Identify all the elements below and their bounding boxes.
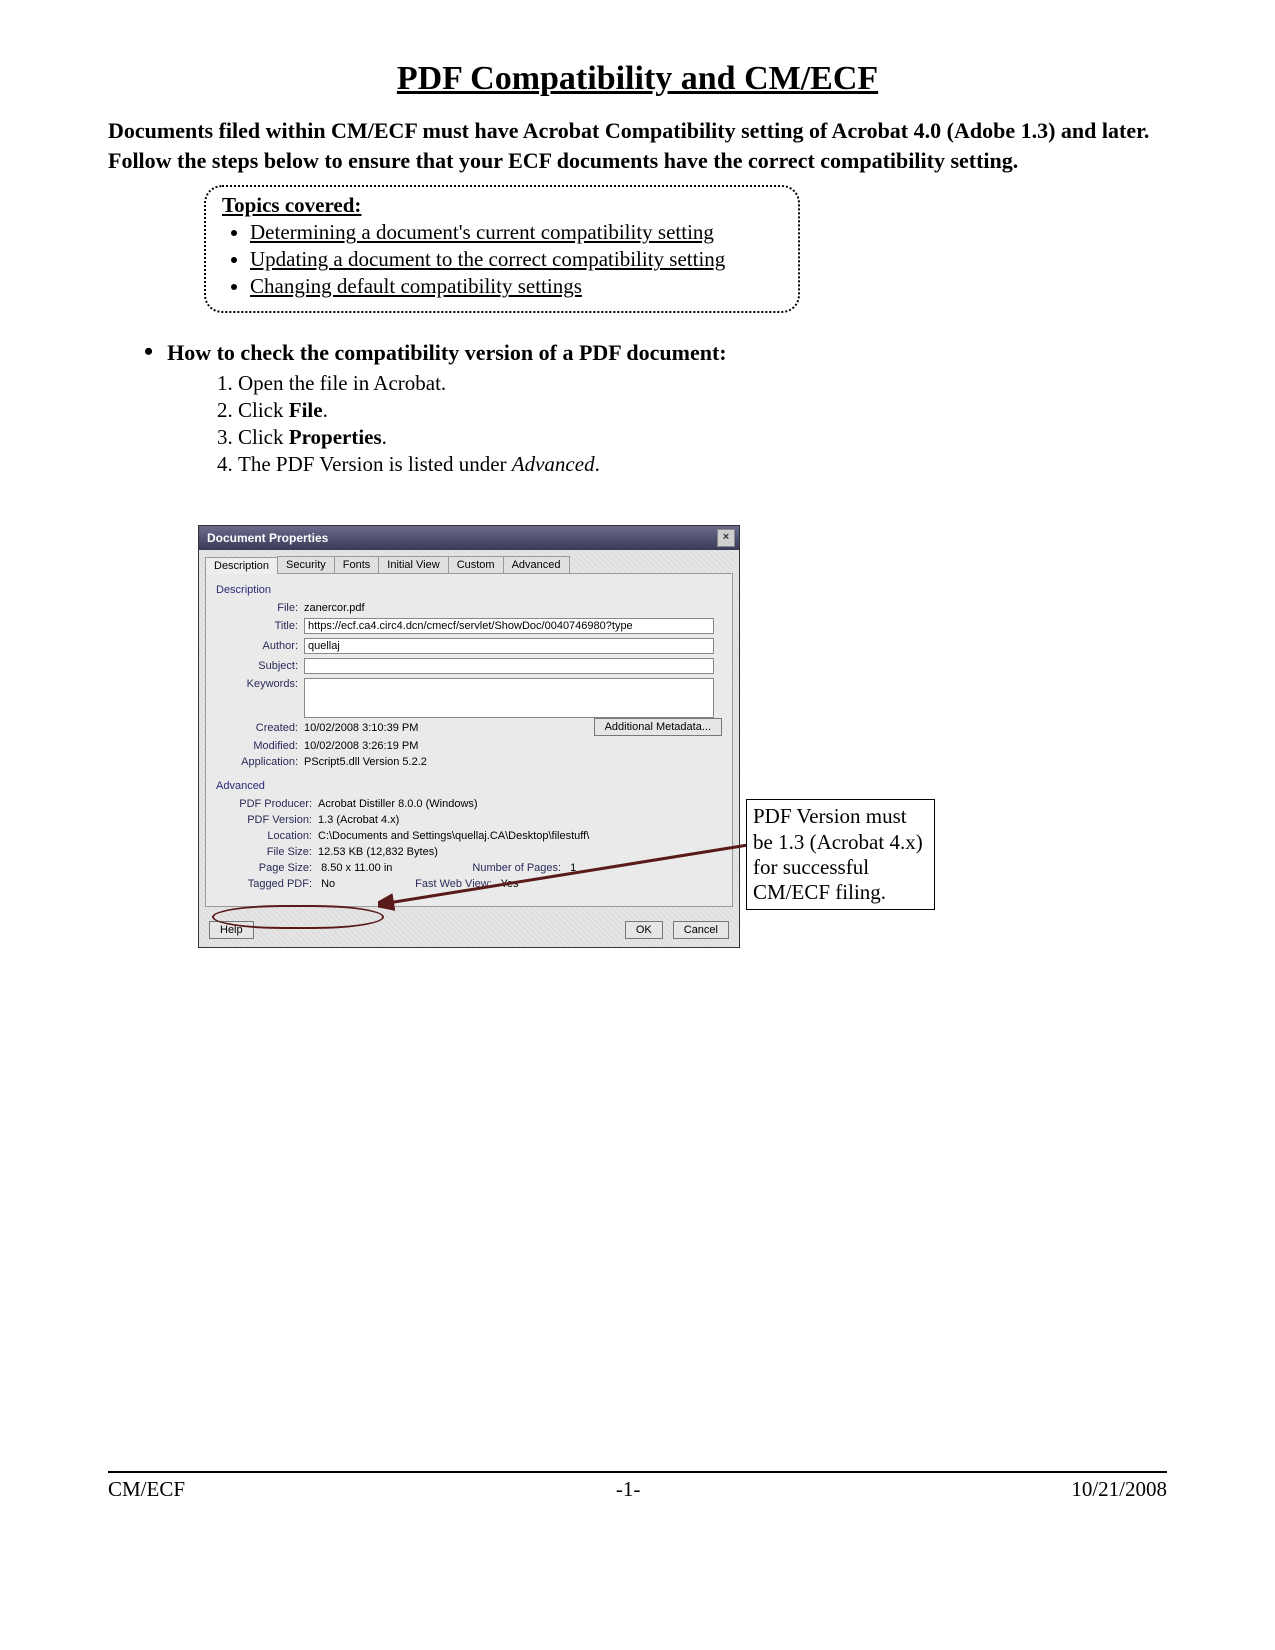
group-description: Description (216, 584, 722, 596)
subject-input[interactable] (304, 658, 714, 674)
application-label: Application: (216, 756, 304, 768)
topic-link-1[interactable]: Determining a document's current compati… (250, 220, 782, 245)
numpages-value: 1 (570, 862, 576, 874)
tab-advanced[interactable]: Advanced (503, 556, 570, 573)
tab-description[interactable]: Description (205, 557, 278, 574)
location-label: Location: (216, 830, 318, 842)
help-button[interactable]: Help (209, 921, 254, 939)
tab-custom[interactable]: Custom (448, 556, 504, 573)
file-value: zanercor.pdf (304, 602, 365, 614)
application-value: PScript5.dll Version 5.2.2 (304, 756, 427, 768)
producer-value: Acrobat Distiller 8.0.0 (Windows) (318, 798, 478, 810)
intro-paragraph: Documents filed within CM/ECF must have … (108, 116, 1167, 175)
cancel-button[interactable]: Cancel (673, 921, 729, 939)
created-value: 10/02/2008 3:10:39 PM (304, 722, 418, 734)
author-input[interactable] (304, 638, 714, 654)
tagged-value: No (321, 878, 335, 890)
topic-link-2[interactable]: Updating a document to the correct compa… (250, 247, 782, 272)
dialog-title: Document Properties (207, 531, 328, 545)
subject-label: Subject: (216, 660, 304, 672)
pdf-version-label: PDF Version: (216, 814, 318, 826)
footer-right: 10/21/2008 (1071, 1477, 1167, 1502)
tab-security[interactable]: Security (277, 556, 335, 573)
pdf-version-value: 1.3 (Acrobat 4.x) (318, 814, 399, 826)
filesize-value: 12.53 KB (12,832 Bytes) (318, 846, 438, 858)
step-2: Click File. (238, 398, 1167, 423)
step-4: The PDF Version is listed under Advanced… (238, 452, 1167, 477)
section-heading: How to check the compatibility version o… (144, 337, 1167, 367)
filesize-label: File Size: (216, 846, 318, 858)
keywords-input[interactable] (304, 678, 714, 718)
title-input[interactable] (304, 618, 714, 634)
modified-label: Modified: (216, 740, 304, 752)
ok-button[interactable]: OK (625, 921, 663, 939)
numpages-label: Number of Pages: (472, 862, 567, 874)
file-label: File: (216, 602, 304, 614)
topics-box: Topics covered: Determining a document's… (204, 185, 800, 313)
topics-heading: Topics covered: (222, 193, 782, 218)
location-value: C:\Documents and Settings\quellaj.CA\Des… (318, 830, 589, 842)
footer-left: CM/ECF (108, 1477, 185, 1502)
modified-value: 10/02/2008 3:26:19 PM (304, 740, 418, 752)
footer-center: -1- (616, 1477, 641, 1502)
group-advanced: Advanced (216, 780, 722, 792)
fastweb-label: Fast Web View: (415, 878, 498, 890)
additional-metadata-button[interactable]: Additional Metadata... (594, 718, 722, 736)
document-properties-dialog: Document Properties × Description Securi… (198, 525, 740, 948)
topic-link-3[interactable]: Changing default compatibility settings (250, 274, 782, 299)
title-label: Title: (216, 620, 304, 632)
page-title: PDF Compatibility and CM/ECF (108, 60, 1167, 98)
pagesize-label: Page Size: (216, 862, 318, 874)
steps-list: Open the file in Acrobat. Click File. Cl… (238, 371, 1167, 477)
close-icon[interactable]: × (717, 529, 735, 547)
step-1: Open the file in Acrobat. (238, 371, 1167, 396)
tab-fonts[interactable]: Fonts (334, 556, 380, 573)
tagged-label: Tagged PDF: (216, 878, 318, 890)
tab-initial-view[interactable]: Initial View (378, 556, 448, 573)
author-label: Author: (216, 640, 304, 652)
page-footer: CM/ECF -1- 10/21/2008 (108, 1471, 1167, 1502)
fastweb-value: Yes (501, 878, 519, 890)
created-label: Created: (216, 722, 304, 734)
step-3: Click Properties. (238, 425, 1167, 450)
annotation-note: PDF Version must be 1.3 (Acrobat 4.x) fo… (746, 799, 935, 910)
keywords-label: Keywords: (216, 678, 304, 690)
pagesize-value: 8.50 x 11.00 in (321, 862, 392, 874)
producer-label: PDF Producer: (216, 798, 318, 810)
